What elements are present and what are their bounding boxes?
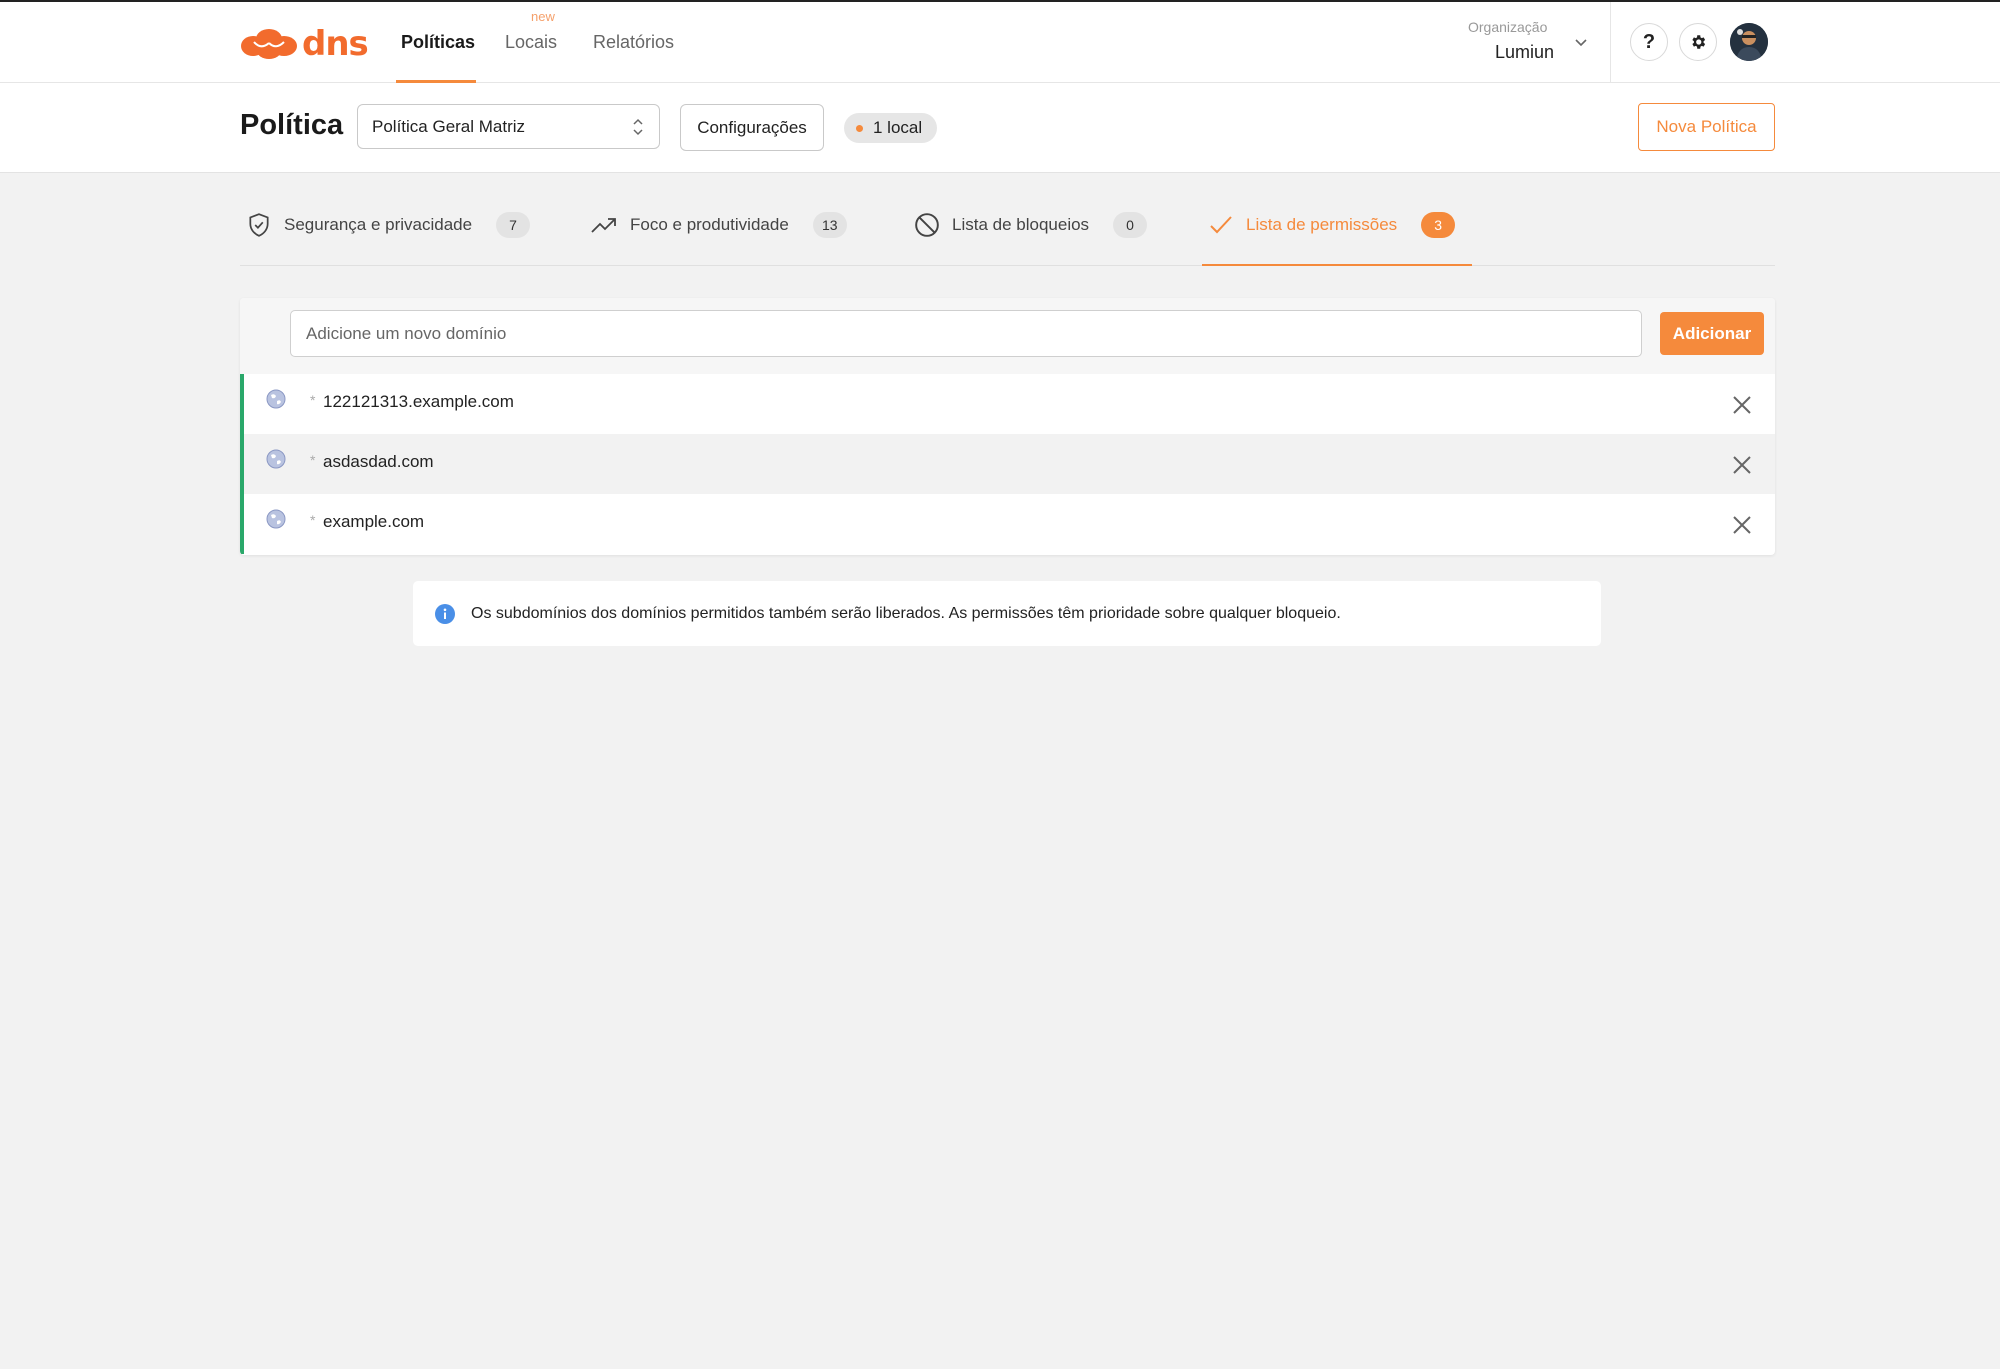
- logo-text: dns: [302, 24, 369, 64]
- help-icon: ?: [1642, 30, 1656, 53]
- wildcard-prefix: *: [310, 392, 316, 408]
- configuracoes-button[interactable]: Configurações: [680, 104, 824, 151]
- domain-name: 122121313.example.com: [323, 392, 514, 411]
- close-icon: [1733, 516, 1751, 534]
- allowlist-card: Adicionar * 122121313.example.com * asda…: [240, 298, 1775, 555]
- nav-item-relatorios[interactable]: Relatórios: [593, 30, 674, 54]
- tab-bloqueios[interactable]: Lista de bloqueios 0: [914, 210, 1148, 240]
- tab-label: Segurança e privacidade: [284, 215, 473, 234]
- close-icon: [1733, 456, 1751, 474]
- tab-count-badge: 3: [1421, 212, 1456, 238]
- local-count-badge[interactable]: 1 local: [844, 113, 938, 143]
- tab-seguranca[interactable]: Segurança e privacidade 7: [246, 210, 531, 240]
- policy-select[interactable]: Política Geral Matriz: [357, 104, 660, 149]
- globe-icon: [266, 389, 286, 414]
- tab-count-badge: 7: [496, 212, 531, 238]
- page-title: Política: [240, 109, 344, 141]
- domain-row: * example.com: [240, 494, 1775, 554]
- remove-domain-button[interactable]: [1729, 452, 1755, 478]
- shield-check-icon: [246, 212, 272, 238]
- remove-domain-button[interactable]: [1729, 512, 1755, 538]
- check-icon: [1208, 213, 1234, 237]
- nav-item-locais[interactable]: Locais: [505, 30, 557, 54]
- nav-new-badge: new: [531, 9, 555, 24]
- info-icon: [435, 603, 455, 624]
- adicionar-button[interactable]: Adicionar: [1660, 312, 1764, 355]
- nav-item-politicas[interactable]: Políticas: [401, 30, 475, 54]
- close-icon: [1733, 396, 1751, 414]
- domain-row: * asdasdad.com: [240, 434, 1775, 494]
- status-dot-icon: [856, 124, 863, 132]
- avatar[interactable]: [1730, 23, 1768, 61]
- policy-select-value: Política Geral Matriz: [372, 117, 526, 136]
- policy-bar: Política Política Geral Matriz Configura…: [0, 83, 2000, 173]
- block-icon: [914, 212, 940, 238]
- tab-label: Foco e produtividade: [630, 215, 789, 234]
- tab-label: Lista de bloqueios: [952, 215, 1090, 234]
- tab-foco[interactable]: Foco e produtividade 13: [590, 210, 847, 240]
- chevron-down-icon[interactable]: [1573, 35, 1589, 56]
- gear-icon: [1692, 35, 1706, 49]
- local-count-label: 1 local: [873, 118, 923, 137]
- domain-name: asdasdad.com: [323, 452, 434, 471]
- nova-politica-button[interactable]: Nova Política: [1638, 103, 1775, 151]
- tab-count-badge: 0: [1113, 212, 1148, 238]
- top-header: dns Políticas new Locais Relatórios Orga…: [0, 2, 2000, 83]
- info-note: Os subdomínios dos domínios permitidos t…: [413, 581, 1601, 646]
- remove-domain-button[interactable]: [1729, 392, 1755, 418]
- tab-permissoes[interactable]: Lista de permissões 3: [1208, 210, 1456, 240]
- globe-icon: [266, 449, 286, 474]
- settings-button[interactable]: [1679, 23, 1717, 61]
- brand-logo[interactable]: dns: [240, 24, 369, 64]
- policy-tabs: Segurança e privacidade 7 Foco e produti…: [240, 172, 1775, 266]
- globe-icon: [266, 509, 286, 534]
- cloud-logo-icon: [241, 29, 297, 59]
- tab-label: Lista de permissões: [1246, 215, 1398, 234]
- wildcard-prefix: *: [310, 512, 316, 528]
- tab-active-underline: [1202, 264, 1472, 266]
- tab-count-badge: 13: [812, 212, 847, 238]
- help-button[interactable]: ?: [1630, 23, 1668, 61]
- info-text: Os subdomínios dos domínios permitidos t…: [471, 604, 1341, 622]
- domain-row: * 122121313.example.com: [240, 374, 1775, 434]
- trending-up-icon: [590, 214, 618, 236]
- select-arrows-icon: [631, 117, 645, 142]
- org-label: Organização: [1468, 19, 1548, 35]
- wildcard-prefix: *: [310, 452, 316, 468]
- add-domain-row: Adicionar: [240, 298, 1775, 374]
- header-divider: [1610, 2, 1611, 82]
- domain-name: example.com: [323, 512, 425, 531]
- org-name[interactable]: Lumiun: [1495, 42, 1554, 63]
- domain-input[interactable]: [290, 310, 1642, 357]
